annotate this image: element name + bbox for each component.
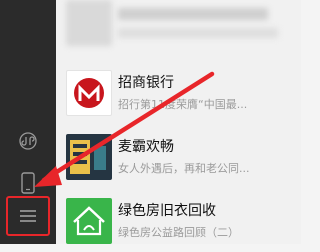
chat-preview: 女人外遇后，再和老公同... (118, 162, 250, 175)
chat-name: 绿色房旧衣回收 (118, 203, 216, 219)
maiba-logo-avatar (66, 134, 112, 180)
menu-highlight-box (6, 196, 50, 236)
chat-item[interactable]: 麦霸欢畅 女人外遇后，再和老公同... (56, 126, 301, 188)
chat-item[interactable] (56, 0, 301, 54)
avatar (66, 0, 112, 46)
chat-name (118, 8, 268, 20)
chat-list: 招商银行 招行第11度荣膺“中国最... 麦霸欢畅 女人外遇后，再和老公同...… (56, 0, 301, 244)
phone-icon[interactable] (15, 170, 41, 196)
chat-item[interactable]: 绿色房旧衣回收 绿色房公益路回顾（二） (56, 190, 301, 252)
chat-preview: 绿色房公益路回顾（二） (118, 226, 239, 239)
green-house-logo-avatar (66, 198, 112, 244)
sidebar (0, 0, 56, 244)
chat-item[interactable]: 招商银行 招行第11度荣膺“中国最... (56, 62, 301, 124)
chat-preview: 招行第11度荣膺“中国最... (118, 98, 248, 111)
mini-program-icon[interactable] (15, 128, 41, 154)
chat-preview (118, 28, 278, 38)
chat-name: 麦霸欢畅 (118, 139, 174, 155)
chat-name: 招商银行 (118, 75, 174, 91)
cmb-logo-avatar (66, 70, 112, 116)
